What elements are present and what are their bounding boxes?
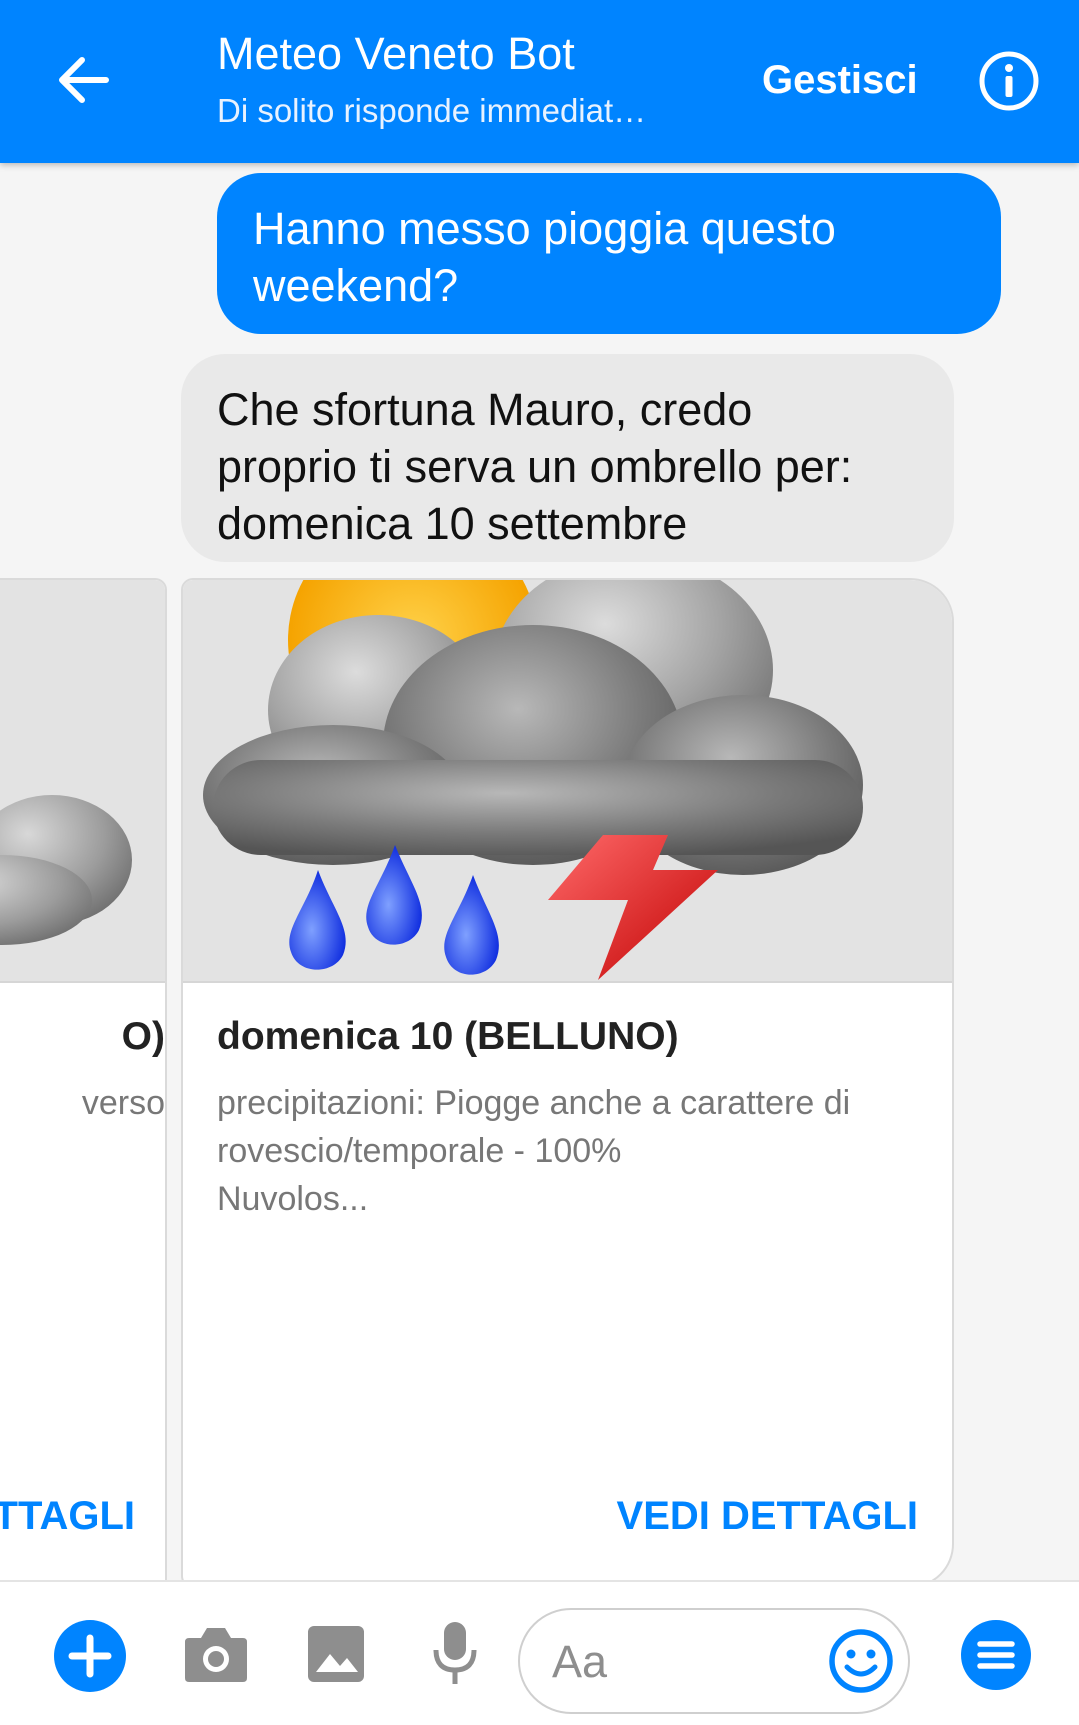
message-composer[interactable] [518, 1608, 910, 1714]
composer-bar [0, 1580, 1079, 1725]
card-description: precipitazioni: Piogge anche a carattere… [217, 1079, 917, 1223]
outgoing-message[interactable]: Hanno messo pioggia questo weekend? [217, 173, 1001, 334]
incoming-message-line: Che sfortuna Mauro, credo [217, 384, 753, 435]
weather-storm-icon [183, 580, 952, 983]
card-title: domenica 10 (BELLUNO) [217, 1015, 679, 1058]
forecast-card[interactable]: domenica 10 (BELLUNO) precipitazioni: Pi… [181, 578, 954, 1580]
details-button[interactable]: TTAGLI [0, 1466, 165, 1566]
incoming-message-line: proprio ti serva un ombrello per: [217, 441, 853, 492]
card-description-line: rovescio/temporale - 100% [217, 1132, 622, 1170]
back-arrow-icon[interactable] [50, 46, 118, 114]
camera-icon[interactable] [183, 1624, 249, 1689]
plus-icon[interactable] [53, 1619, 127, 1698]
card-description-line: precipitazioni: Piogge anche a carattere… [217, 1084, 851, 1122]
microphone-icon[interactable] [431, 1620, 479, 1693]
details-button[interactable]: VEDI DETTAGLI [183, 1466, 952, 1566]
incoming-message[interactable]: Che sfortuna Mauro, credo proprio ti ser… [181, 354, 954, 562]
card-title: O) [121, 1015, 165, 1058]
conversation-header: Meteo Veneto Bot Di solito risponde imme… [0, 0, 1079, 163]
response-time-status: Di solito risponde immediat… [217, 92, 647, 129]
manage-button[interactable]: Gestisci [762, 58, 918, 103]
message-input[interactable] [550, 1628, 794, 1696]
card-description: verso [81, 1084, 165, 1122]
conversation-title[interactable]: Meteo Veneto Bot [217, 28, 575, 80]
info-icon[interactable] [978, 50, 1040, 112]
card-description-line: Nuvolos... [217, 1180, 369, 1218]
emoji-icon[interactable] [826, 1626, 896, 1696]
menu-icon[interactable] [960, 1619, 1032, 1696]
incoming-message-line: domenica 10 settembre [217, 498, 688, 549]
message-list[interactable]: Hanno messo pioggia questo weekend? Che … [0, 163, 1079, 1580]
forecast-card-previous[interactable]: O) verso TTAGLI [0, 578, 167, 1580]
image-icon[interactable] [306, 1624, 366, 1689]
card-image [0, 580, 165, 983]
